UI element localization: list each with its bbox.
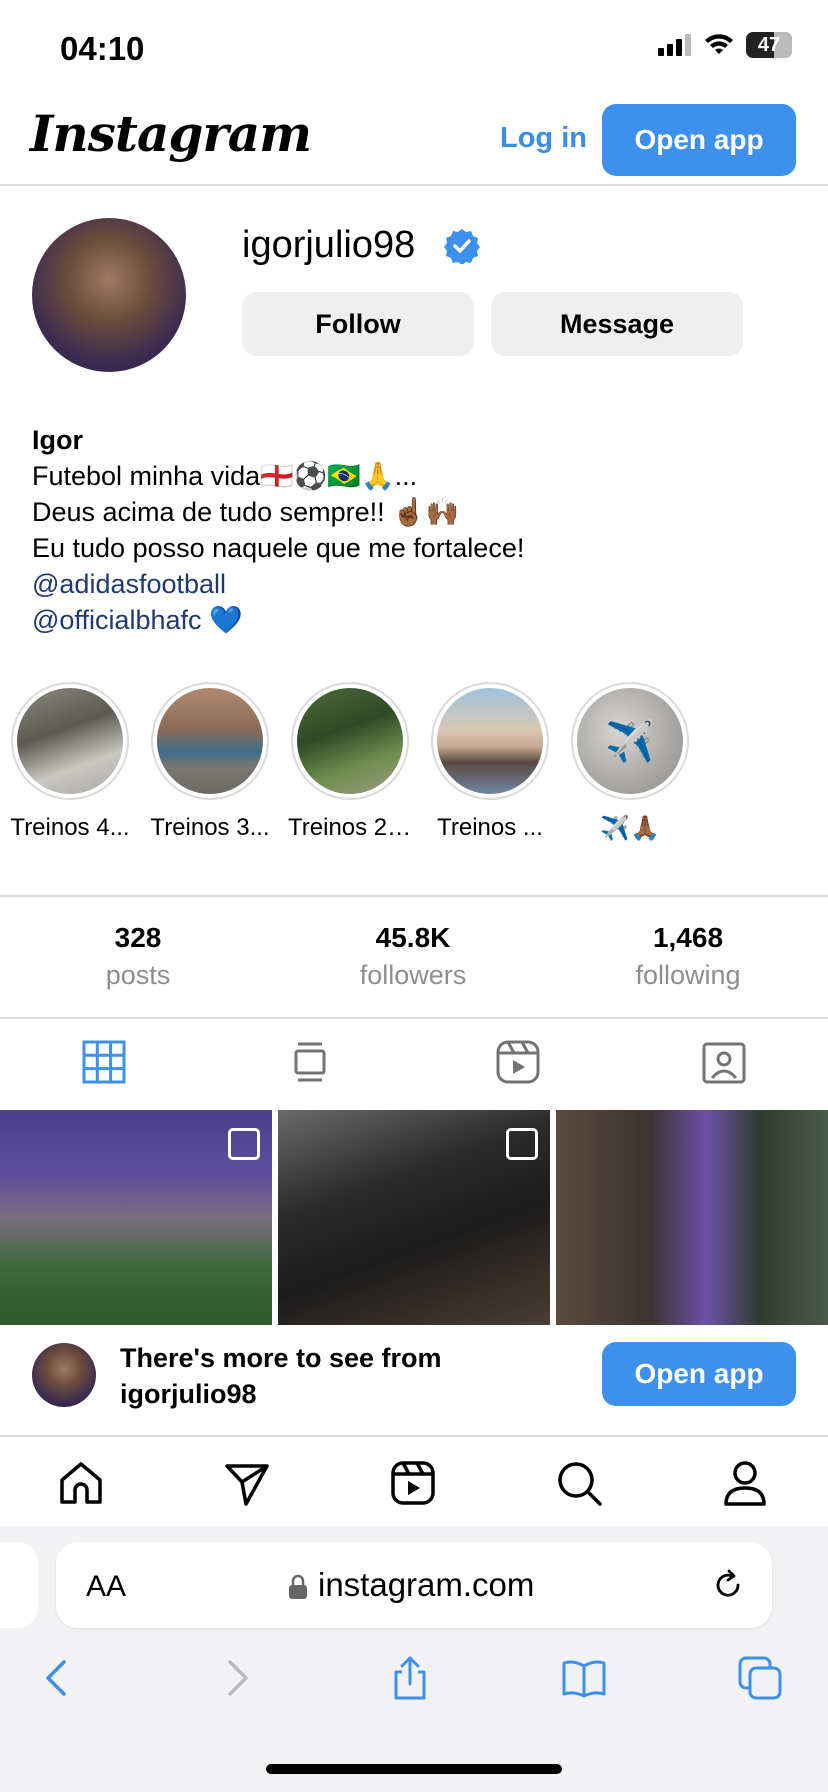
- highlight-thumbnail: [17, 688, 123, 794]
- bio-mention-bhafc[interactable]: @officialbhafc: [32, 605, 202, 635]
- login-link[interactable]: Log in: [500, 122, 587, 155]
- wifi-icon: [705, 34, 733, 54]
- verified-badge-icon: [444, 229, 480, 264]
- stat-followers[interactable]: 45.8K followers: [303, 922, 523, 991]
- banner-text: There's more to see from igorjulio98: [120, 1343, 442, 1409]
- header-divider: [0, 184, 828, 186]
- highlight-label: Treinos 3...: [150, 814, 270, 841]
- nav-divider: [0, 1435, 828, 1437]
- bookmarks-icon[interactable]: [560, 1654, 608, 1702]
- open-app-button[interactable]: Open app: [602, 104, 796, 176]
- multiple-photos-icon: [228, 1128, 260, 1160]
- multiple-photos-icon: [506, 1128, 538, 1160]
- profile-bio: Igor Futebol minha vida🏴󠁧󠁢󠁥󠁮󠁧󠁿⚽🇧🇷🙏... De…: [32, 422, 524, 638]
- reels-icon[interactable]: [388, 1458, 438, 1508]
- post-thumbnail[interactable]: [278, 1110, 550, 1325]
- profile-username: igorjulio98: [242, 224, 416, 266]
- direct-message-icon[interactable]: [222, 1458, 272, 1508]
- reels-tab-icon[interactable]: [494, 1038, 542, 1086]
- battery-icon: 47: [746, 32, 792, 58]
- bio-line: Deus acima de tudo sempre!! ☝🏾🙌🏾: [32, 497, 460, 527]
- post-thumbnail[interactable]: [0, 1110, 272, 1325]
- grid-tab-icon[interactable]: [80, 1038, 128, 1086]
- highlight-label: Treinos 2 ...: [288, 814, 412, 841]
- highlight-label: Treinos ...: [437, 814, 543, 841]
- url-text[interactable]: instagram.com: [318, 1566, 534, 1604]
- share-icon[interactable]: [386, 1654, 434, 1702]
- highlight-item[interactable]: ✈️ ✈️🙏🏾: [568, 682, 692, 843]
- highlight-item[interactable]: Treinos 4...: [8, 682, 132, 842]
- blue-heart-emoji: 💙: [209, 605, 243, 635]
- highlight-thumbnail: [297, 688, 403, 794]
- tagged-tab-icon[interactable]: [700, 1038, 748, 1086]
- message-button[interactable]: Message: [491, 292, 743, 356]
- bio-name: Igor: [32, 425, 83, 455]
- status-icons: 47: [658, 32, 792, 58]
- stats-divider-bottom: [0, 1017, 828, 1019]
- banner-avatar: [32, 1343, 96, 1407]
- previous-tab-peek[interactable]: [0, 1542, 38, 1628]
- profile-icon[interactable]: [720, 1458, 770, 1508]
- home-indicator: [266, 1764, 562, 1774]
- highlight-label: ✈️🙏🏾: [600, 815, 660, 842]
- tabs-icon[interactable]: [736, 1654, 784, 1702]
- highlight-thumbnail: [157, 688, 263, 794]
- lock-icon: [289, 1574, 307, 1599]
- follow-button[interactable]: Follow: [242, 292, 474, 356]
- post-thumbnail[interactable]: [556, 1110, 828, 1325]
- bio-line: Futebol minha vida🏴󠁧󠁢󠁥󠁮󠁧󠁿⚽🇧🇷🙏...: [32, 461, 418, 491]
- feed-tab-icon[interactable]: [286, 1038, 334, 1086]
- profile-avatar[interactable]: [32, 218, 186, 372]
- stat-following[interactable]: 1,468 following: [578, 922, 798, 991]
- highlight-item[interactable]: Treinos 3...: [148, 682, 272, 842]
- search-icon[interactable]: [554, 1458, 604, 1508]
- stat-posts: 328 posts: [105, 922, 171, 990]
- highlight-item[interactable]: Treinos ...: [428, 682, 552, 842]
- bio-mention-adidas[interactable]: @adidasfootball: [32, 566, 524, 602]
- home-icon[interactable]: [56, 1458, 106, 1508]
- forward-icon[interactable]: [212, 1654, 260, 1702]
- back-icon[interactable]: [34, 1654, 82, 1702]
- reload-icon[interactable]: [710, 1567, 746, 1603]
- highlight-label: Treinos 4...: [10, 814, 130, 841]
- highlight-thumbnail: [437, 688, 543, 794]
- cellular-signal-icon: [658, 34, 691, 56]
- banner-open-app-button[interactable]: Open app: [602, 1342, 796, 1406]
- highlight-item[interactable]: Treinos 2 ...: [288, 682, 412, 842]
- bio-line: Eu tudo posso naquele que me fortalece!: [32, 533, 525, 563]
- stats-divider-top: [0, 895, 828, 897]
- reader-options-button[interactable]: AA: [86, 1570, 126, 1604]
- airplane-thumbnail: ✈️: [577, 688, 683, 794]
- status-time: 04:10: [60, 30, 145, 67]
- instagram-logo[interactable]: Instagram: [30, 104, 312, 163]
